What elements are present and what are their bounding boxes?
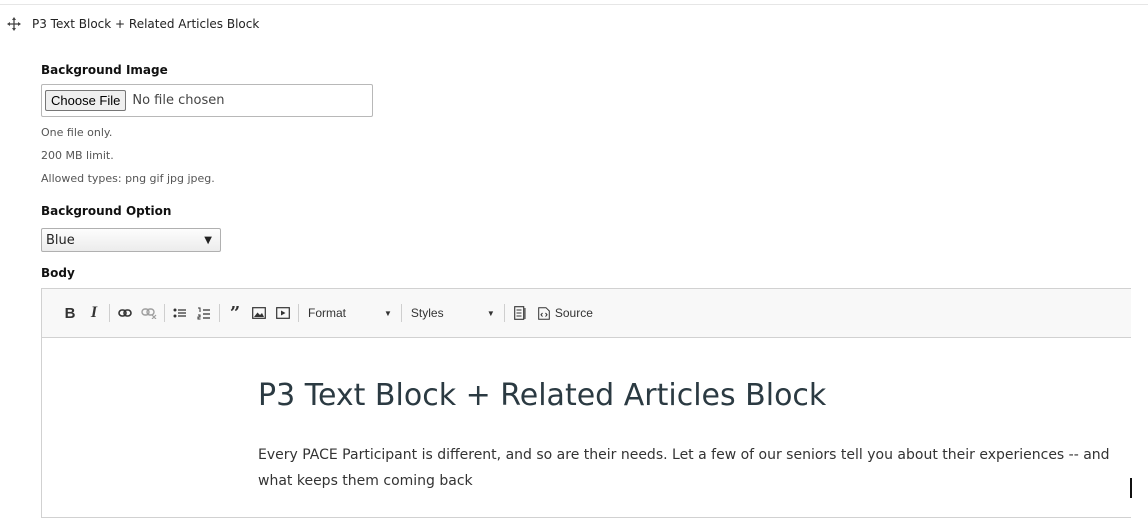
bulleted-list-icon[interactable] xyxy=(168,301,192,325)
styles-dropdown[interactable]: Styles ▼ xyxy=(405,301,501,325)
file-upload-field[interactable]: Choose File No file chosen xyxy=(41,84,373,117)
top-divider xyxy=(0,4,1148,5)
video-embed-icon[interactable] xyxy=(271,301,295,325)
choose-file-button[interactable]: Choose File xyxy=(45,90,127,111)
toolbar-separator xyxy=(109,304,110,322)
background-image-label: Background Image xyxy=(41,63,168,77)
toolbar-separator xyxy=(503,304,505,322)
background-option-value: Blue xyxy=(46,232,75,248)
italic-button[interactable]: I xyxy=(82,301,106,325)
background-option-select[interactable]: Blue ▼ xyxy=(41,228,221,252)
blockquote-icon[interactable]: ” xyxy=(223,301,247,325)
show-blocks-icon[interactable] xyxy=(508,301,532,325)
toolbar-separator xyxy=(400,304,402,322)
rich-text-editor: B I ” Format ▼ Styles ▼ Source P3 Text B… xyxy=(41,288,1131,518)
chevron-down-icon: ▼ xyxy=(204,234,212,246)
file-size-description: 200 MB limit. xyxy=(41,149,114,162)
body-label: Body xyxy=(41,266,75,280)
file-count-description: One file only. xyxy=(41,126,113,139)
source-button[interactable]: Source xyxy=(532,306,599,320)
numbered-list-icon[interactable] xyxy=(192,301,216,325)
image-icon[interactable] xyxy=(247,301,271,325)
unlink-icon[interactable] xyxy=(137,301,161,325)
bold-button[interactable]: B xyxy=(58,301,82,325)
toolbar-separator xyxy=(164,304,165,322)
block-header: P3 Text Block + Related Articles Block xyxy=(6,15,259,33)
background-option-label: Background Option xyxy=(41,204,172,218)
drag-handle-icon[interactable] xyxy=(6,16,22,32)
styles-dropdown-label: Styles xyxy=(410,306,444,320)
no-file-chosen-text: No file chosen xyxy=(132,93,225,108)
chevron-down-icon: ▼ xyxy=(486,308,495,318)
toolbar-separator xyxy=(298,304,299,322)
file-types-description: Allowed types: png gif jpg jpeg. xyxy=(41,172,215,185)
editor-toolbar: B I ” Format ▼ Styles ▼ Source xyxy=(42,289,1131,338)
content-paragraph: Every PACE Participant is different, and… xyxy=(258,447,1110,489)
source-button-label: Source xyxy=(554,306,593,320)
content-heading: P3 Text Block + Related Articles Block xyxy=(258,378,827,413)
source-icon xyxy=(538,306,550,320)
link-icon[interactable] xyxy=(113,301,137,325)
format-dropdown[interactable]: Format ▼ xyxy=(302,301,398,325)
chevron-down-icon: ▼ xyxy=(384,308,392,318)
toolbar-separator xyxy=(219,304,220,322)
block-title: P3 Text Block + Related Articles Block xyxy=(32,17,260,31)
format-dropdown-label: Format xyxy=(308,306,347,320)
text-cursor xyxy=(1130,478,1132,498)
